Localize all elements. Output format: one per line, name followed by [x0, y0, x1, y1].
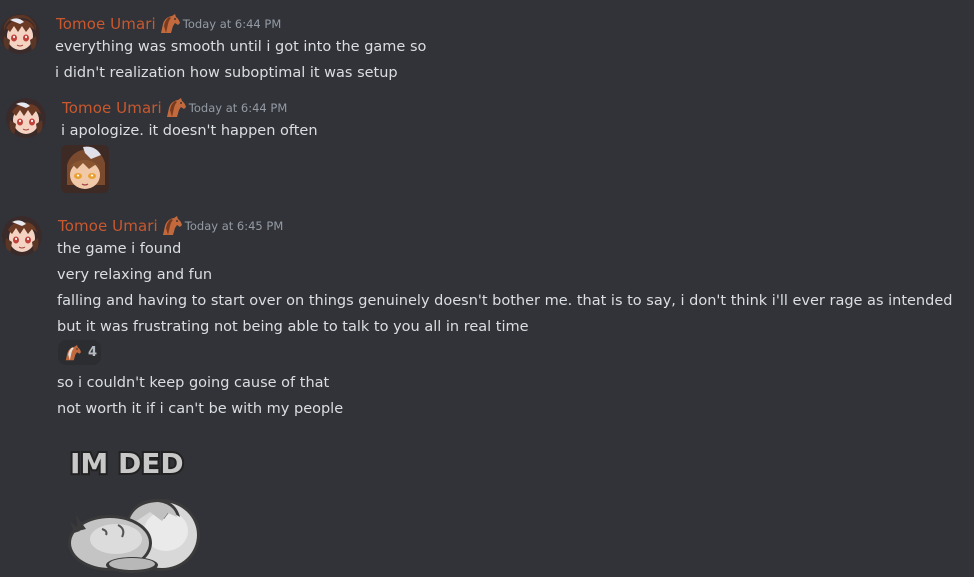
avatar[interactable] [2, 216, 42, 256]
message-text: i didn't realization how suboptimal it w… [55, 65, 398, 81]
message-text: everything was smooth until i got into t… [55, 39, 427, 55]
reaction-count: 4 [88, 345, 98, 360]
message-text: falling and having to start over on thin… [57, 293, 953, 309]
horse-role-icon [161, 216, 183, 236]
message-header: Tomoe Umari Today at 6:44 PM [56, 14, 281, 34]
timestamp: Today at 6:45 PM [184, 219, 284, 233]
username[interactable]: Tomoe Umari [62, 99, 162, 117]
username[interactable]: Tomoe Umari [56, 15, 156, 33]
message-text: so i couldn't keep going cause of that [57, 375, 330, 391]
sleeping-cat-sticker[interactable] [66, 495, 202, 577]
message-text: very relaxing and fun [57, 267, 213, 283]
avatar[interactable] [6, 98, 46, 138]
timestamp: Today at 6:44 PM [188, 101, 288, 115]
message-header: Tomoe Umari Today at 6:45 PM [58, 216, 283, 236]
horse-emoji-icon [64, 344, 82, 361]
sticker-im-ded[interactable]: IM DED IM DED [68, 445, 208, 482]
emoji-sticker[interactable] [61, 145, 109, 193]
message-text: not worth it if i can't be with my peopl… [57, 401, 344, 417]
message-text: i apologize. it doesn't happen often [61, 123, 318, 139]
horse-role-icon [165, 98, 187, 118]
horse-role-icon [159, 14, 181, 34]
reaction-button[interactable]: 4 [58, 340, 101, 365]
timestamp: Today at 6:44 PM [182, 17, 282, 31]
sticker-text: IM DED [70, 447, 184, 478]
message-header: Tomoe Umari Today at 6:44 PM [62, 98, 287, 118]
chat-messages: Tomoe Umari Today at 6:44 PM everything … [0, 0, 974, 577]
avatar[interactable] [0, 14, 40, 54]
message-text: the game i found [57, 241, 182, 257]
username[interactable]: Tomoe Umari [58, 217, 158, 235]
message-text: but it was frustrating not being able to… [57, 319, 529, 335]
